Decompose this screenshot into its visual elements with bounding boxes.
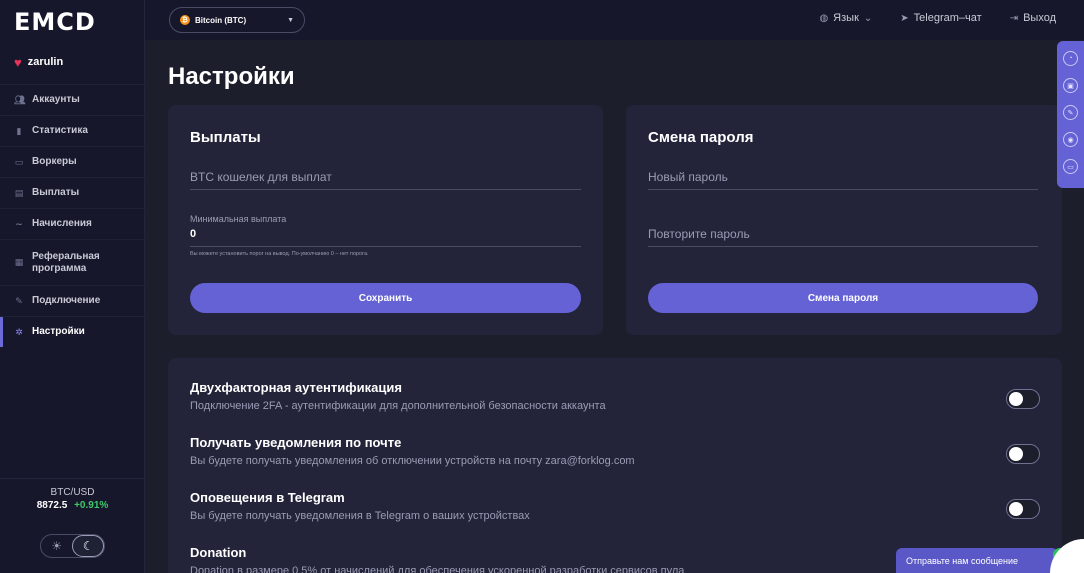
- sidebar-item-statistics[interactable]: ▮ Статистика: [0, 115, 145, 146]
- top-links: ◍ Язык ⌄ ➤ Telegram–чат ⇥ Выход: [819, 12, 1056, 24]
- chevron-down-icon: ▼: [287, 16, 294, 24]
- setting-email: Получать уведомления по почте Вы будете …: [190, 435, 1040, 467]
- ticker-change: +0.91%: [74, 500, 109, 511]
- min-payout-label: Минимальная выплата: [190, 214, 287, 224]
- sidebar-item-label: Подключение: [32, 295, 101, 306]
- sidebar-item-payouts[interactable]: ▤ Выплаты: [0, 177, 145, 208]
- wallet-icon: ▤: [14, 187, 24, 198]
- wrench-icon: ✎: [15, 295, 23, 306]
- sidebar-item-label: Воркеры: [32, 156, 77, 167]
- setting-desc: Вы будете получать уведомления об отключ…: [190, 455, 635, 467]
- sidebar-nav: 👥︎ Аккаунты ▮ Статистика ▭ Воркеры ▤ Вып…: [0, 84, 145, 347]
- setting-title: Оповещения в Telegram: [190, 490, 345, 505]
- password-title: Смена пароля: [648, 129, 754, 146]
- gauge-icon[interactable]: ◔: [1063, 51, 1078, 66]
- ticker-price: 8872.5: [36, 500, 68, 511]
- setting-2fa: Двухфакторная аутентификация Подключение…: [190, 380, 1040, 412]
- topbar: ₿ Bitcoin (BTC) ▼ ◍ Язык ⌄ ➤ Telegram–ча…: [145, 0, 1084, 40]
- save-button[interactable]: Сохранить: [190, 283, 581, 313]
- sidebar-item-referral[interactable]: ▦ Реферальная программа: [0, 239, 145, 285]
- repeat-password-field[interactable]: Повторите пароль: [648, 227, 1038, 247]
- sidebar-item-connection[interactable]: ✎ Подключение: [0, 285, 145, 316]
- sidebar-item-label: Реферальная программа: [32, 250, 100, 274]
- coin-select[interactable]: ₿ Bitcoin (BTC) ▼: [169, 7, 305, 33]
- password-card: Смена пароля Новый пароль Повторите паро…: [626, 105, 1062, 335]
- user-name-label: zarulin: [27, 56, 64, 68]
- logout-icon: ⇥: [1009, 12, 1019, 24]
- toggle-knob: [1009, 447, 1023, 461]
- repeat-password-placeholder: Повторите пароль: [648, 227, 750, 241]
- wallet-placeholder: BTC кошелек для выплат: [190, 170, 332, 184]
- wallet-field[interactable]: BTC кошелек для выплат: [190, 170, 581, 190]
- bar-chart-icon: ▮: [16, 125, 22, 136]
- setting-telegram: Оповещения в Telegram Вы будете получать…: [190, 490, 1040, 522]
- change-password-button[interactable]: Смена пароля: [648, 283, 1038, 313]
- users-icon: 👥︎: [14, 94, 26, 105]
- sun-icon[interactable]: ☀: [41, 535, 72, 557]
- payouts-title: Выплаты: [190, 129, 261, 146]
- sidebar-item-label: Настройки: [32, 326, 85, 337]
- min-payout-value: 0: [190, 228, 197, 240]
- bitcoin-icon: ₿: [180, 15, 190, 25]
- settings-card: Двухфакторная аутентификация Подключение…: [168, 358, 1062, 573]
- language-menu[interactable]: ◍ Язык ⌄: [819, 12, 872, 24]
- chip-icon[interactable]: ▣: [1063, 78, 1078, 93]
- toggle-telegram[interactable]: [1006, 499, 1040, 519]
- setting-desc: Вы будете получать уведомления в Telegra…: [190, 510, 530, 522]
- sidebar-item-label: Выплаты: [32, 187, 80, 198]
- price-ticker: BTC/USD 8872.5 +0.91%: [0, 478, 145, 511]
- setting-title: Двухфакторная аутентификация: [190, 380, 402, 395]
- logo[interactable]: EMCD: [14, 8, 96, 36]
- logout-link[interactable]: ⇥ Выход: [1010, 12, 1056, 24]
- quick-actions-rail: ◔ ▣ ✎ ◉ ▭: [1057, 41, 1084, 188]
- chat-widget[interactable]: Отправьте нам сообщение: [896, 548, 1058, 573]
- sidebar-item-label: Статистика: [32, 125, 88, 136]
- new-password-placeholder: Новый пароль: [648, 170, 728, 184]
- toggle-email[interactable]: [1006, 444, 1040, 464]
- min-payout-field[interactable]: Минимальная выплата 0: [190, 214, 581, 247]
- telegram-icon: ➤: [900, 12, 909, 24]
- telegram-label: Telegram–чат: [913, 12, 982, 24]
- chevron-down-icon: ⌄: [863, 12, 873, 24]
- coin-select-value: Bitcoin (BTC): [195, 15, 247, 25]
- setting-desc: Подключение 2FA - аутентификации для доп…: [190, 400, 606, 412]
- toggle-knob: [1009, 502, 1023, 516]
- ticker-pair: BTC/USD: [50, 487, 95, 498]
- user-name[interactable]: ♥ zarulin: [14, 54, 63, 70]
- heart-icon: ♥: [14, 54, 22, 70]
- toggle-2fa[interactable]: [1006, 389, 1040, 409]
- payouts-card: Выплаты BTC кошелек для выплат Минимальн…: [168, 105, 603, 335]
- monitor-icon: ▭: [14, 156, 24, 167]
- moon-icon[interactable]: ☾: [72, 535, 104, 557]
- eye-icon[interactable]: ◉: [1063, 132, 1078, 147]
- page-title: Настройки: [168, 63, 295, 90]
- telegram-chat-link[interactable]: ➤ Telegram–чат: [900, 12, 981, 24]
- sidebar-item-accruals[interactable]: ∼ Начисления: [0, 208, 145, 239]
- theme-toggle[interactable]: ☀ ☾: [40, 534, 105, 558]
- chat-icon[interactable]: ▭: [1063, 159, 1078, 174]
- toggle-knob: [1009, 392, 1023, 406]
- new-password-field[interactable]: Новый пароль: [648, 170, 1038, 190]
- sidebar-item-workers[interactable]: ▭ Воркеры: [0, 146, 145, 177]
- setting-title: Получать уведомления по почте: [190, 435, 402, 450]
- gear-icon: ✲: [15, 326, 23, 337]
- logout-label: Выход: [1023, 12, 1056, 24]
- wrench-icon[interactable]: ✎: [1063, 105, 1078, 120]
- ticker-values: 8872.5 +0.91%: [0, 500, 145, 511]
- sidebar-item-label: Аккаунты: [32, 94, 80, 105]
- sidebar-item-settings[interactable]: ✲ Настройки: [0, 316, 145, 347]
- language-label: Язык: [833, 12, 859, 24]
- sidebar: EMCD ♥ zarulin 👥︎ Аккаунты ▮ Статистика …: [0, 0, 145, 573]
- sidebar-item-label: Начисления: [32, 218, 92, 229]
- min-payout-hint: Вы можете установить порог на вывод. По-…: [190, 251, 369, 257]
- trend-icon: ∼: [15, 218, 23, 229]
- globe-icon: ◍: [819, 12, 829, 24]
- sidebar-item-accounts[interactable]: 👥︎ Аккаунты: [0, 84, 145, 115]
- document-icon: ▦: [14, 257, 24, 267]
